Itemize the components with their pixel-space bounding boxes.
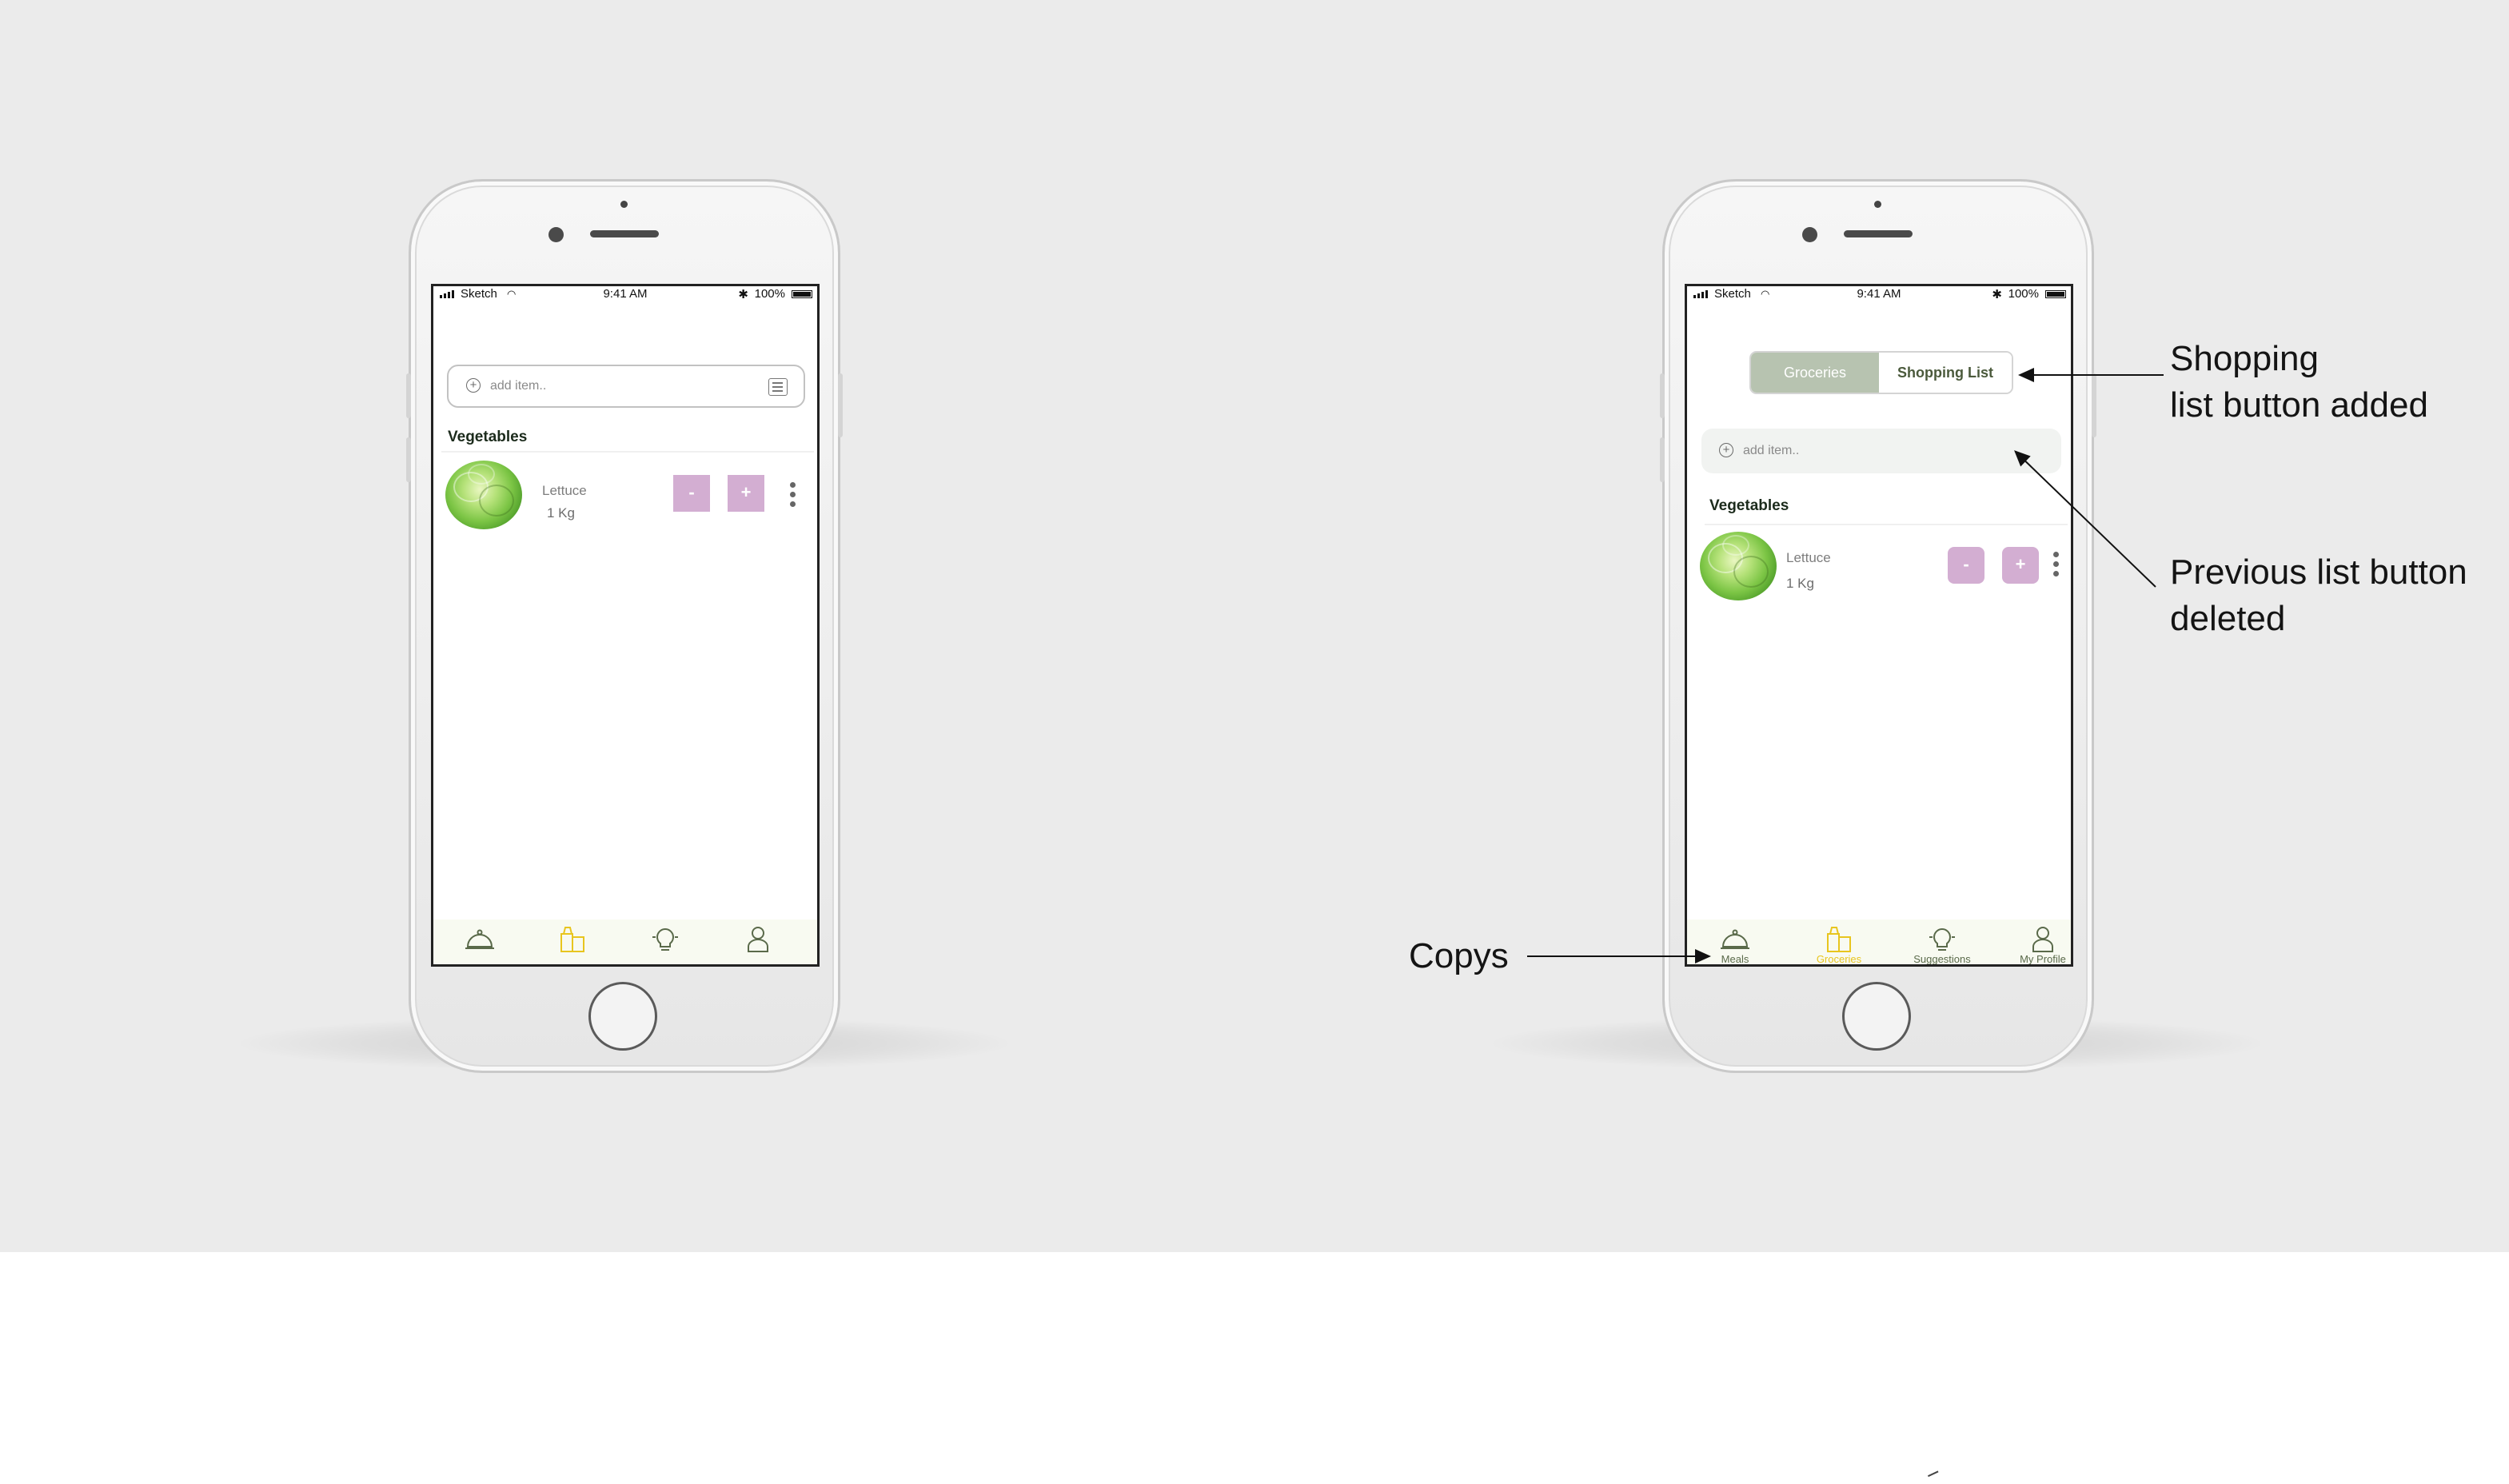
volume-up-button xyxy=(1660,373,1665,418)
increase-button[interactable]: + xyxy=(2002,547,2039,584)
groceries-icon xyxy=(1827,927,1851,952)
lettuce-image xyxy=(445,461,522,529)
annotation-shopping-list: Shopping list button added xyxy=(2170,336,2428,429)
lettuce-image xyxy=(1700,532,1777,600)
bluetooth-icon: ✱ xyxy=(738,288,748,301)
status-bar: Sketch ◠ 9:41 AM ✱ 100% xyxy=(1687,286,2071,302)
battery-percent: 100% xyxy=(2008,287,2039,301)
volume-up-button xyxy=(406,373,411,418)
arrow-shopping-list xyxy=(2018,368,2164,382)
tab-suggestions[interactable] xyxy=(621,920,709,964)
sensor-dot xyxy=(620,201,628,208)
tab-groceries[interactable] xyxy=(529,920,616,964)
lightbulb-icon xyxy=(1929,927,1955,951)
tab-profile[interactable] xyxy=(714,920,802,964)
status-bar: Sketch ◠ 9:41 AM ✱ 100% xyxy=(433,286,817,302)
battery-icon xyxy=(2045,290,2066,298)
item-quantity: 1 Kg xyxy=(547,505,575,521)
screen-before: Sketch ◠ 9:41 AM ✱ 100% + add item.. Veg… xyxy=(431,284,820,967)
profile-icon xyxy=(748,927,768,952)
home-button xyxy=(588,982,657,1051)
tab-bar xyxy=(433,920,817,964)
section-divider xyxy=(1705,524,2068,525)
search-placeholder: add item.. xyxy=(490,379,547,393)
volume-down-button xyxy=(406,437,411,482)
annotation-copys: Copys xyxy=(1409,936,1509,975)
section-divider xyxy=(441,451,814,453)
item-name: Lettuce xyxy=(1786,550,1831,565)
earpiece-speaker xyxy=(590,230,659,237)
decrease-button[interactable]: - xyxy=(673,475,710,512)
decrease-button[interactable]: - xyxy=(1948,547,1984,584)
tab-meals[interactable] xyxy=(436,920,524,964)
segmented-control: Groceries Shopping List xyxy=(1749,351,2013,394)
add-circle-icon: + xyxy=(1719,443,1733,457)
earpiece-speaker xyxy=(1844,230,1913,237)
more-options-icon[interactable] xyxy=(2053,552,2060,580)
add-circle-icon: + xyxy=(466,378,481,393)
search-placeholder: add item.. xyxy=(1743,444,1800,457)
tab-profile[interactable]: My Profile xyxy=(1999,920,2071,965)
power-button xyxy=(2092,373,2096,437)
annotation-line: Shopping xyxy=(2170,339,2319,378)
shopping-list-button[interactable]: Shopping List xyxy=(1879,353,2012,393)
annotation-line: list button added xyxy=(2170,385,2428,425)
battery-percent: 100% xyxy=(754,287,785,301)
front-camera xyxy=(548,227,564,242)
increase-button[interactable]: + xyxy=(728,475,764,512)
tab-groceries-segment[interactable]: Groceries xyxy=(1751,353,1879,393)
add-item-input[interactable]: + add item.. xyxy=(447,365,805,408)
home-button xyxy=(1842,982,1911,1051)
annotation-line: Previous list button xyxy=(2170,553,2467,592)
item-quantity: 1 Kg xyxy=(1786,576,1814,591)
item-name: Lettuce xyxy=(542,483,587,498)
tab-groceries[interactable]: Groceries xyxy=(1795,920,1883,964)
stray-mark xyxy=(1927,1470,1941,1482)
phone-after: Sketch ◠ 9:41 AM ✱ 100% Groceries Shoppi… xyxy=(1660,179,2096,1073)
cloche-icon xyxy=(465,929,494,949)
arrow-copys xyxy=(1527,949,1711,963)
power-button xyxy=(838,373,843,437)
lightbulb-icon xyxy=(652,927,678,951)
annotation-previous-list: Previous list button deleted xyxy=(2170,549,2467,642)
cloche-icon xyxy=(1721,929,1749,949)
tab-label-profile: My Profile xyxy=(2020,953,2066,965)
bluetooth-icon: ✱ xyxy=(1992,288,2002,301)
phone-before: Sketch ◠ 9:41 AM ✱ 100% + add item.. Veg… xyxy=(406,179,843,1073)
add-item-input[interactable]: + add item.. xyxy=(1701,429,2061,473)
more-options-icon[interactable] xyxy=(790,482,796,511)
volume-down-button xyxy=(1660,437,1665,482)
section-title: Vegetables xyxy=(1709,497,1789,514)
tab-label-groceries: Groceries xyxy=(1816,953,1862,965)
battery-icon xyxy=(792,290,812,298)
tab-bar: Meals Groceries Suggestions My Profile xyxy=(1687,920,2071,964)
list-icon[interactable] xyxy=(768,378,788,396)
groceries-icon xyxy=(560,927,584,952)
screen-after: Sketch ◠ 9:41 AM ✱ 100% Groceries Shoppi… xyxy=(1685,284,2073,967)
sensor-dot xyxy=(1874,201,1881,208)
annotation-line: deleted xyxy=(2170,599,2286,638)
tab-label-suggestions: Suggestions xyxy=(1913,953,1971,965)
section-title: Vegetables xyxy=(448,429,528,445)
tab-suggestions[interactable]: Suggestions xyxy=(1898,920,1986,964)
profile-icon xyxy=(2032,927,2053,952)
front-camera xyxy=(1802,227,1817,242)
